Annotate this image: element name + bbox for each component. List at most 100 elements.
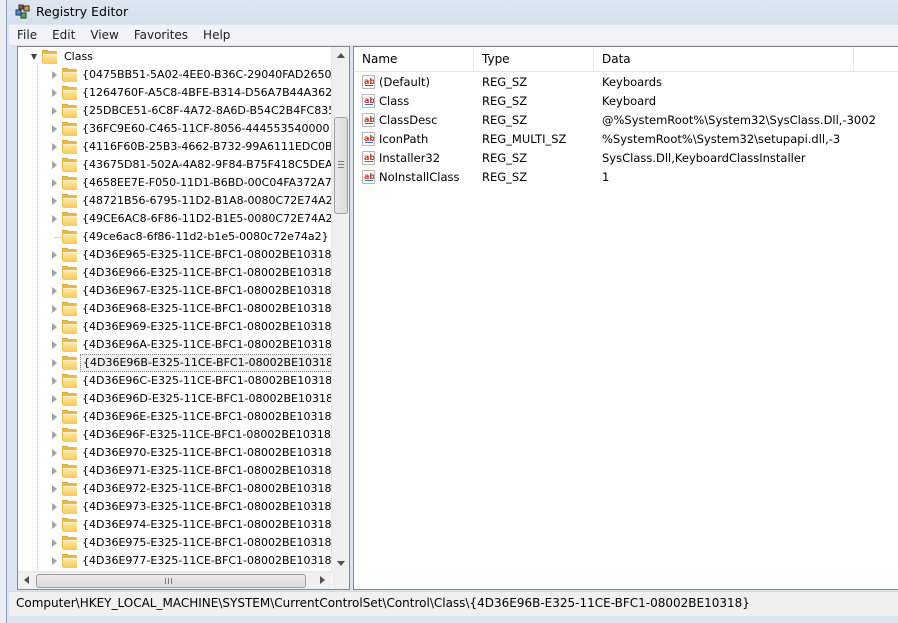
tree-node-label: {1264760F-A5C8-4BFE-B314-D56A7B44A362} [82, 86, 331, 99]
column-header-data[interactable]: Data [594, 47, 854, 71]
value-row[interactable]: ab Class REG_SZ Keyboard [354, 92, 898, 111]
tree-horizontal-scroll-thumb[interactable] [36, 574, 306, 588]
scroll-left-arrow-icon[interactable] [24, 576, 29, 584]
expand-arrow-icon[interactable] [52, 485, 57, 493]
tree-vertical-scrollbar[interactable] [331, 47, 349, 572]
expand-arrow-icon[interactable] [52, 539, 57, 547]
expand-arrow-icon[interactable] [52, 71, 57, 79]
expand-arrow-icon[interactable] [52, 287, 57, 295]
expand-arrow-icon[interactable] [52, 107, 57, 115]
expand-arrow-icon[interactable] [52, 125, 57, 133]
tree-node-label: {0475BB51-5A02-4EE0-B36C-29040FAD2650} [82, 68, 331, 81]
folder-icon [62, 320, 77, 334]
tree-node-label: {4D36E96E-E325-11CE-BFC1-08002BE10318} [82, 410, 331, 423]
folder-icon [62, 68, 77, 82]
tree-node-label: {4D36E969-E325-11CE-BFC1-08002BE10318} [82, 320, 331, 333]
scroll-right-arrow-icon[interactable] [320, 576, 325, 584]
expand-arrow-icon[interactable] [52, 215, 57, 223]
value-type: REG_SZ [482, 170, 528, 184]
tree-node-label: {4D36E96C-E325-11CE-BFC1-08002BE10318} [82, 374, 331, 387]
folder-icon [62, 536, 77, 550]
folder-icon [62, 158, 77, 172]
menu-bar: File Edit View Favorites Help [9, 25, 898, 46]
folder-icon [62, 122, 77, 136]
collapse-arrow-icon[interactable] [31, 54, 37, 60]
value-row[interactable]: ab NoInstallClass REG_SZ 1 [354, 168, 898, 187]
value-name: IconPath [379, 132, 429, 146]
value-row[interactable]: ab Installer32 REG_SZ SysClass.Dll,Keyboard… [354, 149, 898, 168]
tree-content: Class {0475BB51-5A02-4EE0-B36C-29040FAD2… [18, 47, 331, 572]
tree-node-label: {4D36E96B-E325-11CE-BFC1-08002BE10318} [80, 354, 331, 372]
folder-icon [62, 230, 77, 244]
expand-arrow-icon[interactable] [52, 341, 57, 349]
value-data: %SystemRoot%\System32\setupapi.dll,-3 [602, 132, 841, 146]
expand-arrow-icon[interactable] [52, 413, 57, 421]
expand-arrow-icon[interactable] [52, 467, 57, 475]
expand-arrow-icon[interactable] [52, 557, 57, 565]
tree-node-label: {4D36E975-E325-11CE-BFC1-08002BE10318} [82, 536, 331, 549]
expand-arrow-icon[interactable] [52, 395, 57, 403]
expand-arrow-icon[interactable] [52, 305, 57, 313]
tree-node-label: {4658EE7E-F050-11D1-B6BD-00C04FA372A7} [82, 176, 331, 189]
expand-arrow-icon[interactable] [52, 449, 57, 457]
folder-icon [62, 518, 77, 532]
expand-arrow-icon[interactable] [52, 521, 57, 529]
menu-file[interactable]: File [9, 25, 44, 45]
column-header-type[interactable]: Type [474, 47, 594, 71]
tree-node-label: {49ce6ac8-6f86-11d2-b1e5-0080c72e74a2} [82, 230, 329, 243]
tree-vertical-scroll-thumb[interactable] [334, 117, 348, 214]
tree-node-label: {43675D81-502A-4A82-9F84-B75F418C5DEA} [82, 158, 331, 171]
folder-open-icon [42, 50, 57, 64]
tree-node-label: {4D36E96F-E325-11CE-BFC1-08002BE10318} [82, 428, 331, 441]
expand-arrow-icon[interactable] [52, 89, 57, 97]
folder-icon [62, 482, 77, 496]
expand-arrow-icon[interactable] [52, 161, 57, 169]
folder-icon [62, 374, 77, 388]
menu-help[interactable]: Help [195, 25, 237, 45]
expand-arrow-icon[interactable] [52, 269, 57, 277]
status-key-path: Computer\HKEY_LOCAL_MACHINE\SYSTEM\Curre… [16, 596, 750, 610]
column-header-name[interactable]: Name [354, 47, 474, 71]
menu-edit[interactable]: Edit [44, 25, 82, 45]
title-bar[interactable]: Registry Editor [7, 0, 898, 24]
expand-arrow-icon[interactable] [52, 503, 57, 511]
scroll-down-arrow-icon[interactable] [337, 561, 345, 566]
folder-icon [62, 338, 77, 352]
folder-icon [62, 194, 77, 208]
value-row[interactable]: ab ClassDesc REG_SZ @%SystemRoot%\System32\… [354, 111, 898, 130]
tree-guide-line [37, 65, 39, 572]
expand-arrow-icon[interactable] [52, 377, 57, 385]
tree-horizontal-scrollbar[interactable] [18, 571, 331, 589]
value-data: 1 [602, 170, 610, 184]
registry-values-list[interactable]: Name Type Data ab (Default) REG_SZ Keyboard… [353, 46, 898, 590]
menu-favorites[interactable]: Favorites [126, 25, 195, 45]
tree-node-label: {4116F60B-25B3-4662-B732-99A6111EDC0B} [82, 140, 331, 153]
menu-view[interactable]: View [82, 25, 125, 45]
value-name: NoInstallClass [379, 170, 460, 184]
expand-arrow-icon[interactable] [52, 143, 57, 151]
tree-node-label: {4D36E96D-E325-11CE-BFC1-08002BE10318} [82, 392, 331, 405]
registry-key-tree[interactable]: Class {0475BB51-5A02-4EE0-B36C-29040FAD2… [17, 46, 350, 590]
expand-arrow-icon[interactable] [52, 431, 57, 439]
tree-node-label: Class [64, 50, 93, 63]
expand-arrow-icon[interactable] [52, 179, 57, 187]
expand-arrow-icon[interactable] [52, 359, 57, 367]
folder-icon [62, 500, 77, 514]
tree-node-label: {48721B56-6795-11D2-B1A8-0080C72E74A2} [82, 194, 331, 207]
value-row[interactable]: ab IconPath REG_MULTI_SZ %SystemRoot%\Syste… [354, 130, 898, 149]
expand-arrow-icon[interactable] [52, 251, 57, 259]
value-row[interactable]: ab (Default) REG_SZ Keyboards [354, 73, 898, 92]
value-data: Keyboard [602, 94, 657, 108]
folder-icon [62, 140, 77, 154]
expand-arrow-icon[interactable] [52, 197, 57, 205]
expand-arrow-icon[interactable] [52, 323, 57, 331]
tree-node-label: {49CE6AC8-6F86-11D2-B1E5-0080C72E74A2} [82, 212, 331, 225]
folder-icon [62, 554, 77, 568]
value-type: REG_SZ [482, 75, 528, 89]
scroll-up-arrow-icon[interactable] [337, 53, 345, 58]
string-value-icon: ab [362, 75, 375, 89]
folder-icon [62, 428, 77, 442]
window-title: Registry Editor [36, 4, 129, 19]
folder-icon [62, 266, 77, 280]
value-name: ClassDesc [379, 113, 438, 127]
